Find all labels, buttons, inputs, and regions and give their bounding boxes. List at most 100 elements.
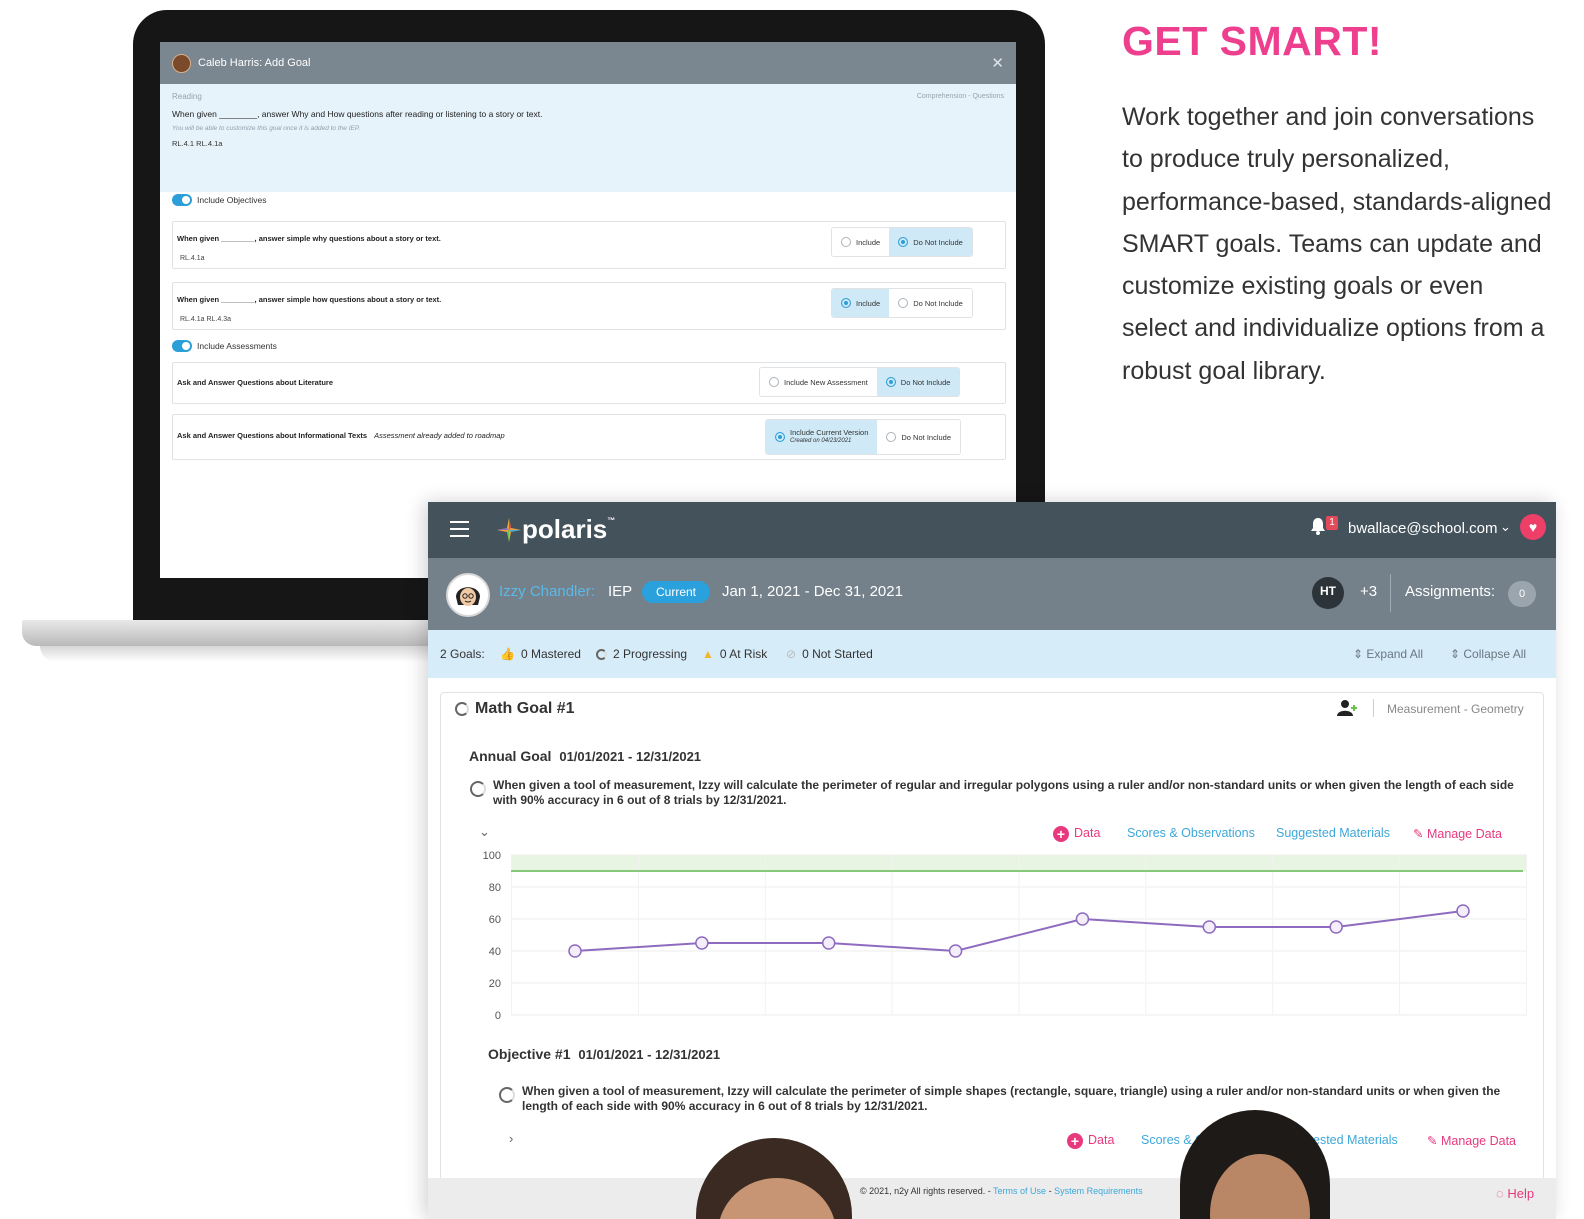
more-team-members[interactable]: +3 <box>1360 583 1377 600</box>
help-label: Help <box>1507 1186 1535 1201</box>
assessment-title: Ask and Answer Questions about Informati… <box>177 431 368 440</box>
progress-line-chart: 100 80 60 40 20 0 <box>483 851 1527 1021</box>
data-label: Data <box>1074 826 1101 840</box>
option-label: Include Current Version <box>790 428 869 437</box>
student-plan: IEP <box>608 583 633 600</box>
radio-icon <box>898 298 909 308</box>
assessment-segmented-control[interactable]: Include New Assessment Do Not Include <box>759 367 961 397</box>
user-email[interactable]: bwallace@school.com <box>1348 520 1497 537</box>
option-label: Do Not Include <box>900 377 951 387</box>
bell-icon[interactable] <box>1310 517 1326 535</box>
goal-title[interactable]: Math Goal #1 <box>455 700 575 718</box>
include-current-version-option[interactable]: Include Current Version Created on 04/23… <box>766 420 878 454</box>
manage-data-link[interactable]: ✎ Manage Data <box>1427 1133 1516 1148</box>
terms-of-use-link[interactable]: Terms of Use <box>993 1186 1046 1196</box>
include-segmented-control[interactable]: Include Do Not Include <box>831 288 973 318</box>
assessment-text: Ask and Answer Questions about Informati… <box>177 431 505 440</box>
laptop-base <box>22 620 442 646</box>
do-not-include-option[interactable]: Do Not Include <box>877 420 961 454</box>
assessment-row: Ask and Answer Questions about Literatur… <box>172 362 1006 404</box>
team-member-avatar[interactable]: HT <box>1312 577 1344 609</box>
separator: - <box>1048 1186 1052 1196</box>
toggle-switch[interactable] <box>172 194 192 206</box>
include-new-assessment-option[interactable]: Include New Assessment <box>760 368 877 396</box>
add-person-icon[interactable] <box>1337 699 1359 717</box>
mastered-stat: 👍 0 Mastered <box>500 647 581 661</box>
chevron-right-icon[interactable]: › <box>509 1131 513 1146</box>
suggested-materials-link[interactable]: Suggested Materials <box>1276 826 1390 840</box>
chevron-down-icon[interactable]: ⌄ <box>479 824 490 840</box>
manage-data-link[interactable]: ✎ Manage Data <box>1413 826 1502 841</box>
student-header: Izzy Chandler: IEP Current Jan 1, 2021 -… <box>428 558 1556 630</box>
option-label: Do Not Include <box>913 298 963 308</box>
scores-observations-link[interactable]: Scores & Observations <box>1127 826 1255 840</box>
assignments-label[interactable]: Assignments: <box>1405 583 1495 600</box>
goal-note: You will be able to customize this goal … <box>172 125 361 132</box>
objective-text: When given ________, answer simple why q… <box>177 234 441 243</box>
collapse-all-button[interactable]: ⇕ Collapse All <box>1450 647 1526 661</box>
objective-text: When given a tool of measurement, Izzy w… <box>522 1084 1501 1113</box>
expand-icon: ⇕ <box>1353 647 1367 661</box>
progress-ring-icon <box>455 702 469 716</box>
footer: © 2021, n2y All rights reserved. - Terms… <box>428 1178 1556 1219</box>
student-face-icon <box>448 575 488 615</box>
goal-text: When given ________, answer Why and How … <box>172 109 543 119</box>
add-goal-modal: Caleb Harris: Add Goal ✕ Reading Compreh… <box>160 42 1016 578</box>
modal-title: Caleb Harris: Add Goal <box>198 57 311 69</box>
polaris-logo[interactable]: polaris ™ <box>496 514 615 545</box>
data-point <box>568 944 582 958</box>
expand-all-button[interactable]: ⇕ Expand All <box>1353 647 1423 661</box>
plus-circle-icon: + <box>1053 826 1069 842</box>
plan-status-pill[interactable]: Current <box>642 581 710 603</box>
progress-ring-icon <box>499 1087 515 1103</box>
pencil-icon: ✎ <box>1413 827 1427 841</box>
collapse-icon: ⇕ <box>1450 647 1464 661</box>
help-button[interactable]: ◌ Help <box>1496 1186 1534 1201</box>
do-not-include-option[interactable]: Do Not Include <box>889 228 972 256</box>
not-started-icon: ⊘ <box>786 647 797 661</box>
include-segmented-control[interactable]: Include Do Not Include <box>831 227 973 257</box>
mastered-label: 0 Mastered <box>520 647 581 661</box>
plus-circle-icon: + <box>1067 1133 1083 1149</box>
pencil-icon: ✎ <box>1427 1134 1441 1148</box>
include-option[interactable]: Include <box>832 289 890 317</box>
y-tick-label: 0 <box>495 1010 501 1021</box>
radio-icon <box>885 377 896 387</box>
hamburger-menu-icon[interactable] <box>450 521 469 537</box>
assessment-note: Assessment already added to roadmap <box>374 431 505 440</box>
suggested-materials-link[interactable]: ested Materials <box>1313 1133 1398 1147</box>
chevron-down-icon[interactable]: ⌄ <box>1500 519 1511 535</box>
user-avatar-heart-icon[interactable]: ♥ <box>1520 514 1546 540</box>
toggle-switch[interactable] <box>172 340 192 352</box>
goal-standards: RL.4.1 RL.4.1a <box>172 139 223 148</box>
do-not-include-option[interactable]: Do Not Include <box>889 289 972 317</box>
expand-all-label: Expand All <box>1366 647 1424 661</box>
close-icon[interactable]: ✕ <box>991 54 1004 72</box>
thumbs-up-icon: 👍 <box>500 647 515 661</box>
annual-goal-text: When given a tool of measurement, Izzy w… <box>493 778 1514 807</box>
toggle-label: Include Assessments <box>197 341 277 351</box>
system-requirements-link[interactable]: System Requirements <box>1054 1186 1143 1196</box>
student-name-link[interactable]: Izzy Chandler: <box>499 583 595 600</box>
footer-text: © 2021, n2y All rights reserved. - Terms… <box>860 1186 1143 1196</box>
y-tick-label: 40 <box>489 946 501 958</box>
add-data-link[interactable]: + Data <box>1067 1133 1114 1149</box>
student-avatar[interactable] <box>446 573 490 617</box>
laptop-shadow <box>40 646 440 662</box>
add-data-link[interactable]: + Data <box>1053 826 1100 842</box>
data-label: Data <box>1088 1133 1115 1147</box>
option-label: Include <box>856 298 881 308</box>
do-not-include-option[interactable]: Do Not Include <box>876 368 960 396</box>
at-risk-label: 0 At Risk <box>719 647 768 661</box>
assessment-segmented-control[interactable]: Include Current Version Created on 04/23… <box>765 419 962 455</box>
toggle-label: Include Objectives <box>197 195 267 205</box>
goal-summary: Reading Comprehension - Questions When g… <box>160 84 1016 192</box>
include-assessments-toggle[interactable]: Include Assessments <box>172 340 277 352</box>
include-objectives-toggle[interactable]: Include Objectives <box>172 194 266 206</box>
y-tick-label: 20 <box>489 978 501 990</box>
data-point <box>1202 920 1217 934</box>
assessment-row: Ask and Answer Questions about Informati… <box>172 414 1006 460</box>
radio-icon <box>886 432 897 442</box>
annual-goal-dates: 01/01/2021 - 12/31/2021 <box>559 749 702 764</box>
include-option[interactable]: Include <box>832 228 890 256</box>
